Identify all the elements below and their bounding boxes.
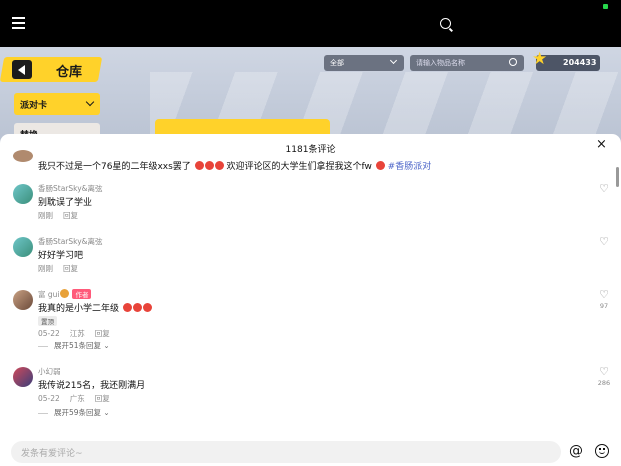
- username[interactable]: 富 gui 作者: [38, 289, 92, 300]
- top-bar: [0, 0, 621, 47]
- username[interactable]: 香肠StarSky&离弦: [38, 183, 103, 194]
- status-indicator-icon: [603, 4, 608, 9]
- author-badge: 作者: [72, 289, 92, 299]
- back-arrow-icon: [12, 60, 32, 79]
- angry-emoji-icon: [375, 161, 385, 170]
- pinned-badge: 置顶: [38, 316, 57, 326]
- avatar[interactable]: [13, 184, 33, 204]
- comment-meta: 刚刚 回复: [38, 264, 78, 273]
- filter-select-value: 全部: [330, 59, 344, 67]
- back-button[interactable]: [0, 57, 103, 82]
- avatar[interactable]: [13, 367, 33, 387]
- comment-text: 好好学习吧: [38, 251, 84, 261]
- game-screen: 仓库 派对卡 替换 全部 请输入物品名称 ★204433: [0, 47, 621, 147]
- expand-replies[interactable]: 展开51条回复 ⌄: [38, 340, 110, 351]
- like-count: 286: [597, 379, 611, 387]
- menu-icon[interactable]: [12, 17, 25, 29]
- mention-icon[interactable]: @: [569, 444, 583, 458]
- page-title: 仓库: [56, 65, 83, 80]
- scrollbar[interactable]: [616, 167, 619, 187]
- angry-emoji-icon: [204, 161, 214, 170]
- heart-icon[interactable]: ♡: [599, 183, 609, 194]
- coin-balance: ★ 204433: [532, 51, 600, 71]
- comment-text: 我传说215名，我还刚满月: [38, 381, 146, 391]
- search-icon[interactable]: [509, 58, 517, 66]
- avatar[interactable]: [13, 290, 33, 310]
- angry-emoji-icon: [214, 161, 224, 170]
- chevron-down-icon: [85, 97, 95, 107]
- comments-sheet: 1181条评论 × 我只不过是一个76星的二年级xxs罢了 欢迎评论区的大学生们…: [0, 134, 621, 466]
- comment-text: 我真的是小学二年级: [38, 301, 152, 314]
- category-dropdown[interactable]: 派对卡: [14, 93, 100, 115]
- comment-input-bar: 发条有爱评论~ @: [0, 437, 621, 466]
- comment-meta: 05-22 江苏 回复: [38, 329, 110, 338]
- reply-button[interactable]: 回复: [63, 264, 78, 273]
- angry-emoji-icon: [194, 161, 204, 170]
- heart-icon[interactable]: ♡: [599, 289, 609, 300]
- item-search-input[interactable]: 请输入物品名称: [410, 55, 524, 71]
- chevron-down-icon: [389, 56, 398, 65]
- hashtag-link[interactable]: #香肠派对: [388, 162, 432, 172]
- angry-emoji-icon: [122, 303, 132, 312]
- angry-emoji-icon: [142, 303, 152, 312]
- comment-input[interactable]: 发条有爱评论~: [11, 441, 561, 463]
- emoji-picker-icon[interactable]: [595, 444, 609, 458]
- filter-select[interactable]: 全部: [324, 55, 404, 71]
- like-count: 97: [599, 302, 609, 310]
- comment-text: 我只不过是一个76星的二年级xxs罢了 欢迎评论区的大学生们拿捏我这个fw #香…: [38, 161, 432, 172]
- heart-icon[interactable]: ♡: [599, 236, 609, 247]
- star-coin-icon: ★: [532, 49, 548, 69]
- comment-text: 别耽误了学业: [38, 198, 93, 208]
- avatar[interactable]: [13, 150, 33, 162]
- username[interactable]: 小幻弱: [38, 366, 61, 377]
- angry-emoji-icon: [132, 303, 142, 312]
- reply-button[interactable]: 回复: [95, 329, 110, 338]
- comments-count-title: 1181条评论: [285, 145, 336, 155]
- item-search-placeholder: 请输入物品名称: [416, 59, 465, 67]
- expand-replies[interactable]: 展开59条回复 ⌄: [38, 407, 110, 418]
- comment-meta: 05-22 广东 回复: [38, 394, 110, 403]
- coin-amount: 204433: [563, 58, 597, 67]
- avatar[interactable]: [13, 237, 33, 257]
- emoji-icon: [60, 289, 70, 298]
- reply-button[interactable]: 回复: [95, 394, 110, 403]
- username[interactable]: 香肠StarSky&离弦: [38, 236, 103, 247]
- reply-button[interactable]: 回复: [63, 211, 78, 220]
- comment-input-placeholder: 发条有爱评论~: [21, 449, 83, 459]
- category-dropdown-label: 派对卡: [20, 101, 48, 111]
- close-icon[interactable]: ×: [596, 138, 607, 151]
- comment-meta: 刚刚 回复: [38, 211, 78, 220]
- heart-icon[interactable]: ♡: [599, 366, 609, 377]
- search-icon[interactable]: [440, 18, 451, 29]
